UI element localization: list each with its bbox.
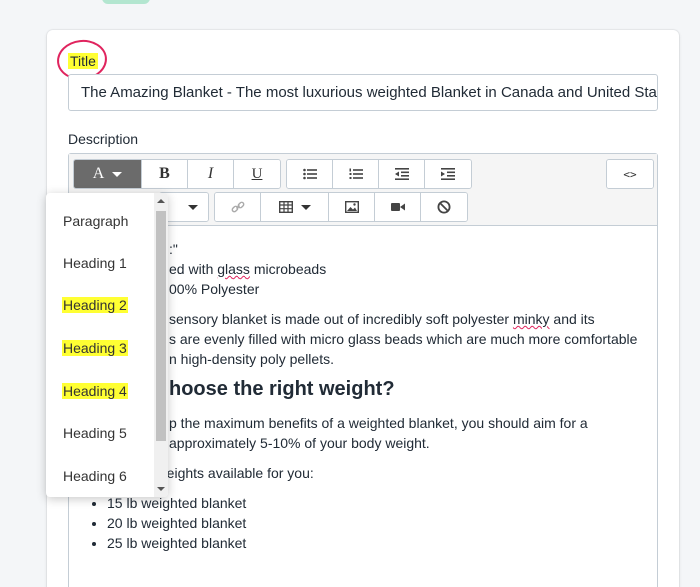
table-button[interactable] — [261, 193, 329, 221]
table-icon — [278, 201, 293, 213]
heading-style-dropdown: Paragraph Heading 1 Heading 2 Heading 3 … — [46, 193, 168, 497]
spellcheck-word: minky — [512, 311, 550, 327]
scroll-down-icon[interactable] — [157, 487, 165, 491]
dropdown-item-heading-4[interactable]: Heading 4 — [62, 383, 128, 399]
list-item: 20 lb weighted blanket — [107, 513, 649, 533]
chevron-down-icon — [188, 204, 198, 210]
dropdown-item-heading-3[interactable]: Heading 3 — [62, 340, 128, 356]
image-button[interactable] — [329, 193, 375, 221]
underline-button[interactable]: U — [234, 160, 280, 188]
scrollbar-thumb[interactable] — [156, 211, 166, 441]
chevron-down-icon — [300, 204, 311, 210]
content-text: ed with — [169, 261, 218, 277]
ban-icon — [437, 200, 451, 214]
content-text: sensory blanket is made out of incredibl… — [169, 311, 513, 327]
top-status-pill — [102, 0, 150, 4]
chevron-down-icon — [112, 171, 123, 177]
weights-list: 15 lb weighted blanket 20 lb weighted bl… — [107, 493, 649, 553]
dropdown-item-heading-1[interactable]: Heading 1 — [62, 255, 128, 271]
list-group — [286, 159, 472, 189]
indent-button[interactable] — [425, 160, 471, 188]
list-item: 15 lb weighted blanket — [107, 493, 649, 513]
italic-button[interactable]: I — [188, 160, 234, 188]
outdent-button[interactable] — [379, 160, 425, 188]
bold-button[interactable]: B — [142, 160, 188, 188]
dropdown-item-heading-5[interactable]: Heading 5 — [62, 425, 128, 441]
ordered-list-button[interactable] — [333, 160, 379, 188]
outdent-icon — [394, 168, 409, 180]
link-button[interactable] — [215, 193, 261, 221]
insert-group — [214, 192, 468, 222]
dropdown-item-heading-2[interactable]: Heading 2 — [62, 297, 128, 313]
clear-format-button[interactable] — [421, 193, 467, 221]
list-item: 25 lb weighted blanket — [107, 533, 649, 553]
title-input[interactable]: The Amazing Blanket - The most luxurious… — [68, 74, 658, 111]
spellcheck-word: glass — [217, 261, 250, 277]
unordered-list-icon — [302, 168, 317, 180]
link-icon — [231, 201, 244, 213]
font-style-group: A B I U — [73, 159, 281, 189]
code-view-button[interactable]: <> — [607, 160, 653, 188]
dropdown-item-paragraph[interactable]: Paragraph — [62, 213, 129, 229]
scroll-up-icon[interactable] — [157, 199, 165, 203]
font-style-button[interactable]: A — [74, 160, 142, 188]
code-view-group: <> — [606, 159, 654, 189]
description-label: Description — [68, 131, 139, 147]
video-button[interactable] — [375, 193, 421, 221]
content-text: and its — [549, 311, 595, 327]
dropdown-item-heading-6[interactable]: Heading 6 — [62, 468, 128, 484]
indent-icon — [441, 168, 455, 180]
content-text: microbeads — [249, 261, 327, 277]
ordered-list-icon — [349, 168, 363, 179]
video-icon — [390, 203, 405, 211]
font-style-button-label: A — [92, 165, 105, 182]
dropdown-scrollbar[interactable] — [154, 193, 168, 497]
image-icon — [344, 201, 359, 213]
unordered-list-button[interactable] — [287, 160, 333, 188]
